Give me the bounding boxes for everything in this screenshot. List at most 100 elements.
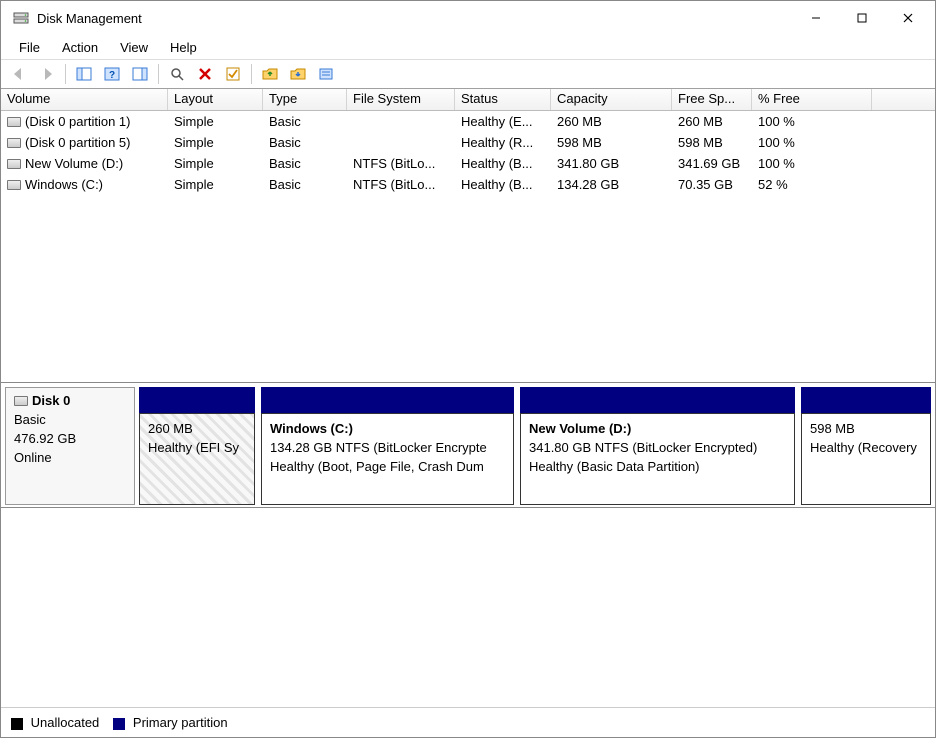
volume-fs	[347, 142, 455, 144]
drive-icon	[7, 138, 21, 148]
partition-line1: 260 MB	[148, 420, 246, 439]
partition-block[interactable]: New Volume (D:) 341.80 GB NTFS (BitLocke…	[520, 413, 795, 505]
volume-layout: Simple	[168, 134, 263, 151]
back-button[interactable]	[7, 62, 31, 86]
volume-status: Healthy (E...	[455, 113, 551, 130]
volume-pct: 100 %	[752, 134, 872, 151]
folder-up-icon[interactable]	[258, 62, 282, 86]
volume-layout: Simple	[168, 113, 263, 130]
partition-title: Windows (C:)	[270, 420, 505, 439]
legend-item-primary: Primary partition	[113, 715, 227, 730]
volume-row[interactable]: (Disk 0 partition 5) Simple Basic Health…	[1, 132, 935, 153]
col-capacity[interactable]: Capacity	[551, 89, 672, 110]
legend-item-unallocated: Unallocated	[11, 715, 99, 730]
menu-help[interactable]: Help	[160, 37, 207, 58]
partition-block[interactable]: Windows (C:) 134.28 GB NTFS (BitLocker E…	[261, 413, 514, 505]
menu-file[interactable]: File	[9, 37, 50, 58]
partition-title: New Volume (D:)	[529, 420, 786, 439]
disk-type: Basic	[14, 411, 126, 430]
volume-layout: Simple	[168, 176, 263, 193]
partition-line1: 341.80 GB NTFS (BitLocker Encrypted)	[529, 439, 786, 458]
maximize-button[interactable]	[839, 3, 885, 33]
swatch-unallocated	[11, 718, 23, 730]
volume-type: Basic	[263, 134, 347, 151]
close-button[interactable]	[885, 3, 931, 33]
col-layout[interactable]: Layout	[168, 89, 263, 110]
forward-button[interactable]	[35, 62, 59, 86]
app-icon	[13, 10, 29, 26]
disk-name: Disk 0	[32, 392, 70, 411]
minimize-button[interactable]	[793, 3, 839, 33]
volume-free: 598 MB	[672, 134, 752, 151]
partition-block[interactable]: 598 MB Healthy (Recovery	[801, 413, 931, 505]
partition-line1: 598 MB	[810, 420, 922, 439]
disk-partitions: 260 MB Healthy (EFI Sy Windows (C:) 134.…	[139, 387, 931, 505]
volume-fs: NTFS (BitLo...	[347, 155, 455, 172]
disk-info[interactable]: Disk 0 Basic 476.92 GB Online	[5, 387, 135, 505]
disk-icon	[14, 396, 28, 406]
col-status[interactable]: Status	[455, 89, 551, 110]
menu-bar: File Action View Help	[1, 35, 935, 59]
volume-status: Healthy (B...	[455, 155, 551, 172]
disk-capacity: 476.92 GB	[14, 430, 126, 449]
settings-icon[interactable]	[314, 62, 338, 86]
volume-type: Basic	[263, 155, 347, 172]
toolbar-separator	[251, 64, 252, 84]
swatch-primary	[113, 718, 125, 730]
partition-color-strip	[261, 387, 514, 413]
volume-name: New Volume (D:)	[25, 156, 123, 171]
menu-action[interactable]: Action	[52, 37, 108, 58]
volume-capacity: 260 MB	[551, 113, 672, 130]
toolbar-separator	[65, 64, 66, 84]
col-type[interactable]: Type	[263, 89, 347, 110]
legend-label-unallocated: Unallocated	[31, 715, 100, 730]
window-title: Disk Management	[37, 11, 142, 26]
properties-button[interactable]	[221, 62, 245, 86]
volume-name: Windows (C:)	[25, 177, 103, 192]
menu-view[interactable]: View	[110, 37, 158, 58]
empty-area	[1, 508, 935, 707]
col-volume[interactable]: Volume	[1, 89, 168, 110]
col-percent-free[interactable]: % Free	[752, 89, 872, 110]
partition-line2: Healthy (Basic Data Partition)	[529, 458, 786, 477]
refresh-button[interactable]	[165, 62, 189, 86]
legend-label-primary: Primary partition	[133, 715, 228, 730]
volume-list-rows: (Disk 0 partition 1) Simple Basic Health…	[1, 111, 935, 382]
drive-icon	[7, 117, 21, 127]
delete-icon[interactable]	[193, 62, 217, 86]
volume-row[interactable]: Windows (C:) Simple Basic NTFS (BitLo...…	[1, 174, 935, 195]
partition-color-strip	[801, 387, 931, 413]
disk-row: Disk 0 Basic 476.92 GB Online 260 MB Hea…	[1, 383, 935, 507]
partition-color-strip	[139, 387, 255, 413]
volume-list-panel: Volume Layout Type File System Status Ca…	[1, 89, 935, 383]
volume-fs	[347, 121, 455, 123]
title-bar: Disk Management	[1, 1, 935, 35]
volume-free: 260 MB	[672, 113, 752, 130]
show-hide-console-tree-button[interactable]	[72, 62, 96, 86]
volume-pct: 100 %	[752, 155, 872, 172]
partition-line2: Healthy (EFI Sy	[148, 439, 246, 458]
volume-layout: Simple	[168, 155, 263, 172]
toolbar: ?	[1, 59, 935, 89]
volume-row[interactable]: New Volume (D:) Simple Basic NTFS (BitLo…	[1, 153, 935, 174]
help-button[interactable]: ?	[100, 62, 124, 86]
partition-block[interactable]: 260 MB Healthy (EFI Sy	[139, 413, 255, 505]
volume-name: (Disk 0 partition 5)	[25, 135, 130, 150]
drive-icon	[7, 180, 21, 190]
show-hide-action-pane-button[interactable]	[128, 62, 152, 86]
svg-text:?: ?	[109, 70, 115, 81]
volume-pct: 52 %	[752, 176, 872, 193]
folder-down-icon[interactable]	[286, 62, 310, 86]
volume-type: Basic	[263, 113, 347, 130]
toolbar-separator	[158, 64, 159, 84]
col-free-space[interactable]: Free Sp...	[672, 89, 752, 110]
disk-state: Online	[14, 449, 126, 468]
volume-name: (Disk 0 partition 1)	[25, 114, 130, 129]
col-file-system[interactable]: File System	[347, 89, 455, 110]
volume-row[interactable]: (Disk 0 partition 1) Simple Basic Health…	[1, 111, 935, 132]
volume-list-header: Volume Layout Type File System Status Ca…	[1, 89, 935, 111]
volume-status: Healthy (B...	[455, 176, 551, 193]
volume-type: Basic	[263, 176, 347, 193]
disk-graphical-panel: Disk 0 Basic 476.92 GB Online 260 MB Hea…	[1, 383, 935, 508]
partition-line2: Healthy (Recovery	[810, 439, 922, 458]
